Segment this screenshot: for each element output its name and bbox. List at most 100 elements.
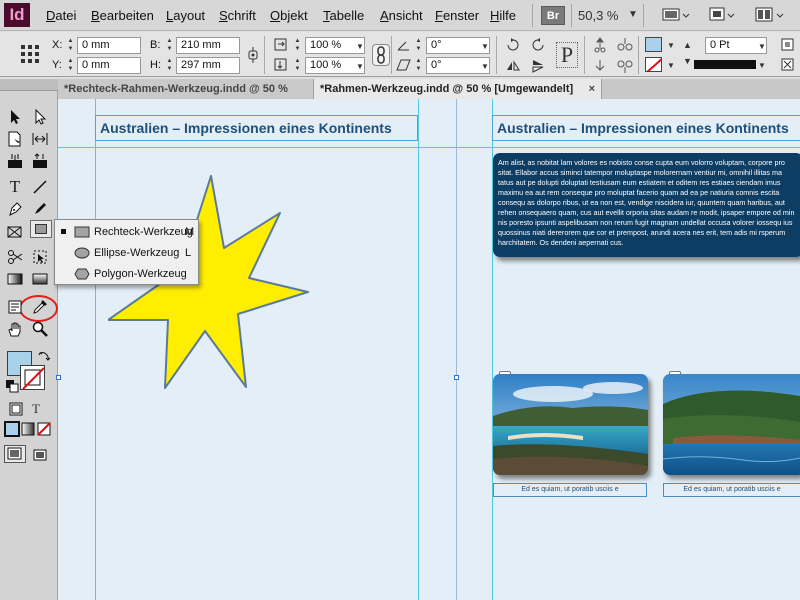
formatting-affects-text-icon[interactable]: T: [26, 399, 46, 419]
gap-tool-icon[interactable]: [30, 129, 50, 149]
menu-objekt[interactable]: Objekt: [270, 8, 308, 23]
chevron-down-icon[interactable]: ▼: [758, 42, 766, 51]
chevron-down-icon[interactable]: ▼: [481, 62, 489, 71]
photo-bay[interactable]: [493, 374, 648, 475]
tab-rahmen-werkzeug[interactable]: *Rahmen-Werkzeug.indd @ 50 % [Umgewandel…: [314, 79, 602, 99]
select-content-icon[interactable]: [616, 37, 634, 57]
document-canvas[interactable]: Australien – Impressionen eines Kontinen…: [56, 99, 800, 600]
gradient-swatch-tool-icon[interactable]: [5, 269, 25, 289]
photo-caption-2[interactable]: Ed es quiam, ut poratib usciis e: [663, 483, 800, 497]
stroke-swatch[interactable]: [20, 365, 45, 390]
effects-icon[interactable]: [781, 38, 795, 56]
type-tool-icon[interactable]: T: [5, 177, 25, 197]
x-stepper[interactable]: ▲ ▼: [66, 37, 75, 54]
stroke-weight-stepper[interactable]: ▲ ▼: [683, 37, 692, 69]
selection-handle[interactable]: [454, 375, 459, 380]
menu-tabelle[interactable]: Tabelle: [323, 8, 364, 23]
rectangle-tool-button[interactable]: [30, 220, 52, 238]
menu-hilfe[interactable]: Hilfe: [490, 8, 516, 23]
rotate-stepper[interactable]: ▲ ▼: [414, 37, 423, 54]
swap-colors-icon[interactable]: [36, 347, 51, 361]
free-transform-tool-icon[interactable]: [30, 247, 50, 267]
scale-x-stepper[interactable]: ▲ ▼: [293, 37, 302, 54]
chevron-down-icon[interactable]: ▼: [667, 61, 675, 70]
menu-datei[interactable]: Datei: [46, 8, 76, 23]
page-boundary: [456, 99, 457, 600]
flip-vertical-icon[interactable]: [530, 58, 546, 78]
stroke-type-preview[interactable]: [694, 60, 756, 69]
select-previous-icon[interactable]: [592, 58, 608, 78]
line-tool-icon[interactable]: [30, 177, 50, 197]
default-colors-icon[interactable]: [3, 377, 19, 393]
normal-view-mode-icon[interactable]: [4, 445, 26, 463]
apply-none-icon[interactable]: [34, 419, 54, 439]
menu-layout[interactable]: Layout: [166, 8, 205, 23]
chevron-down-icon[interactable]: ▼: [356, 42, 364, 51]
chevron-down-icon[interactable]: ▼: [481, 42, 489, 51]
rotate-90-ccw-icon[interactable]: [530, 37, 546, 57]
pen-tool-icon[interactable]: [5, 199, 25, 219]
page-tool-icon[interactable]: [5, 129, 25, 149]
hand-tool-icon[interactable]: [5, 319, 25, 339]
heading-frame-right[interactable]: Australien – Impressionen eines Kontinen…: [492, 115, 800, 141]
select-next-icon[interactable]: [616, 58, 634, 78]
scale-y-stepper[interactable]: ▲ ▼: [293, 57, 302, 74]
formatting-affects-container-icon[interactable]: [6, 399, 26, 419]
photo-coast[interactable]: [663, 374, 800, 475]
rotate-angle-icon: [396, 37, 412, 57]
chevron-down-icon[interactable]: ▼: [356, 62, 364, 71]
y-stepper[interactable]: ▲ ▼: [66, 57, 75, 74]
stroke-color-swatch[interactable]: [645, 57, 662, 72]
menu-schrift[interactable]: Schrift: [219, 8, 256, 23]
constrain-proportions-icon[interactable]: [246, 46, 260, 68]
menu-separator: [571, 4, 572, 27]
rotate-90-cw-icon[interactable]: [505, 37, 521, 57]
close-icon[interactable]: ×: [589, 79, 595, 99]
chevron-down-icon[interactable]: ▼: [758, 61, 766, 70]
direct-selection-tool-icon[interactable]: [30, 107, 50, 127]
flip-horizontal-icon[interactable]: [505, 58, 521, 78]
width-field[interactable]: 210 mm: [176, 37, 240, 54]
width-stepper[interactable]: ▲ ▼: [165, 37, 174, 54]
panel-grip[interactable]: [0, 79, 58, 91]
height-field[interactable]: 297 mm: [176, 57, 240, 74]
heading-frame-left[interactable]: Australien – Impressionen eines Kontinen…: [95, 115, 418, 141]
body-text-frame[interactable]: Am alist, as nobitat lam volores es nobi…: [493, 153, 800, 257]
height-stepper[interactable]: ▲ ▼: [165, 57, 174, 74]
rectangle-frame-tool-icon[interactable]: [5, 222, 25, 242]
chevron-down-icon[interactable]: ▼: [628, 9, 638, 20]
shear-stepper[interactable]: ▲ ▼: [414, 57, 423, 74]
y-field[interactable]: 0 mm: [77, 57, 141, 74]
link-scale-button[interactable]: [372, 44, 390, 66]
menu-fenster[interactable]: Fenster: [435, 8, 479, 23]
menu-ansicht[interactable]: Ansicht: [380, 8, 423, 23]
zoom-tool-icon[interactable]: [30, 319, 50, 339]
note-tool-icon[interactable]: [5, 297, 25, 317]
selection-tool-icon[interactable]: [5, 107, 25, 127]
flyout-item-ellipse[interactable]: Ellipse-Werkzeug L: [55, 243, 198, 263]
menu-bearbeiten[interactable]: Bearbeiten: [91, 8, 154, 23]
flyout-item-polygon[interactable]: Polygon-Werkzeug: [55, 264, 198, 284]
preview-mode-icon[interactable]: [30, 445, 50, 465]
content-placer-icon[interactable]: [30, 151, 50, 171]
fill-color-swatch[interactable]: [645, 37, 662, 52]
photo-caption-1[interactable]: Ed es quiam, ut poratib usciis e: [493, 483, 647, 497]
gradient-feather-tool-icon[interactable]: [30, 269, 50, 289]
content-collector-icon[interactable]: [5, 151, 25, 171]
x-field[interactable]: 0 mm: [77, 37, 141, 54]
close-panel-icon[interactable]: [781, 58, 795, 76]
pencil-tool-icon[interactable]: [30, 199, 50, 219]
select-container-icon[interactable]: [592, 37, 608, 57]
bridge-button[interactable]: Br: [541, 6, 565, 25]
screen-mode-button[interactable]: [708, 6, 736, 26]
zoom-level[interactable]: 50,3 %: [578, 8, 618, 23]
reference-point-icon[interactable]: [20, 44, 40, 68]
eyedropper-tool-icon[interactable]: [30, 297, 50, 317]
chevron-down-icon[interactable]: ▼: [667, 41, 675, 50]
selection-handle[interactable]: [56, 375, 61, 380]
arrange-documents-button[interactable]: [755, 6, 785, 26]
flyout-item-rectangle[interactable]: Rechteck-Werkzeug M: [55, 222, 198, 242]
view-options-button[interactable]: [662, 6, 690, 26]
tab-rechteck-rahmen[interactable]: *Rechteck-Rahmen-Werkzeug.indd @ 50 %: [58, 79, 314, 99]
scissors-tool-icon[interactable]: [5, 247, 25, 267]
